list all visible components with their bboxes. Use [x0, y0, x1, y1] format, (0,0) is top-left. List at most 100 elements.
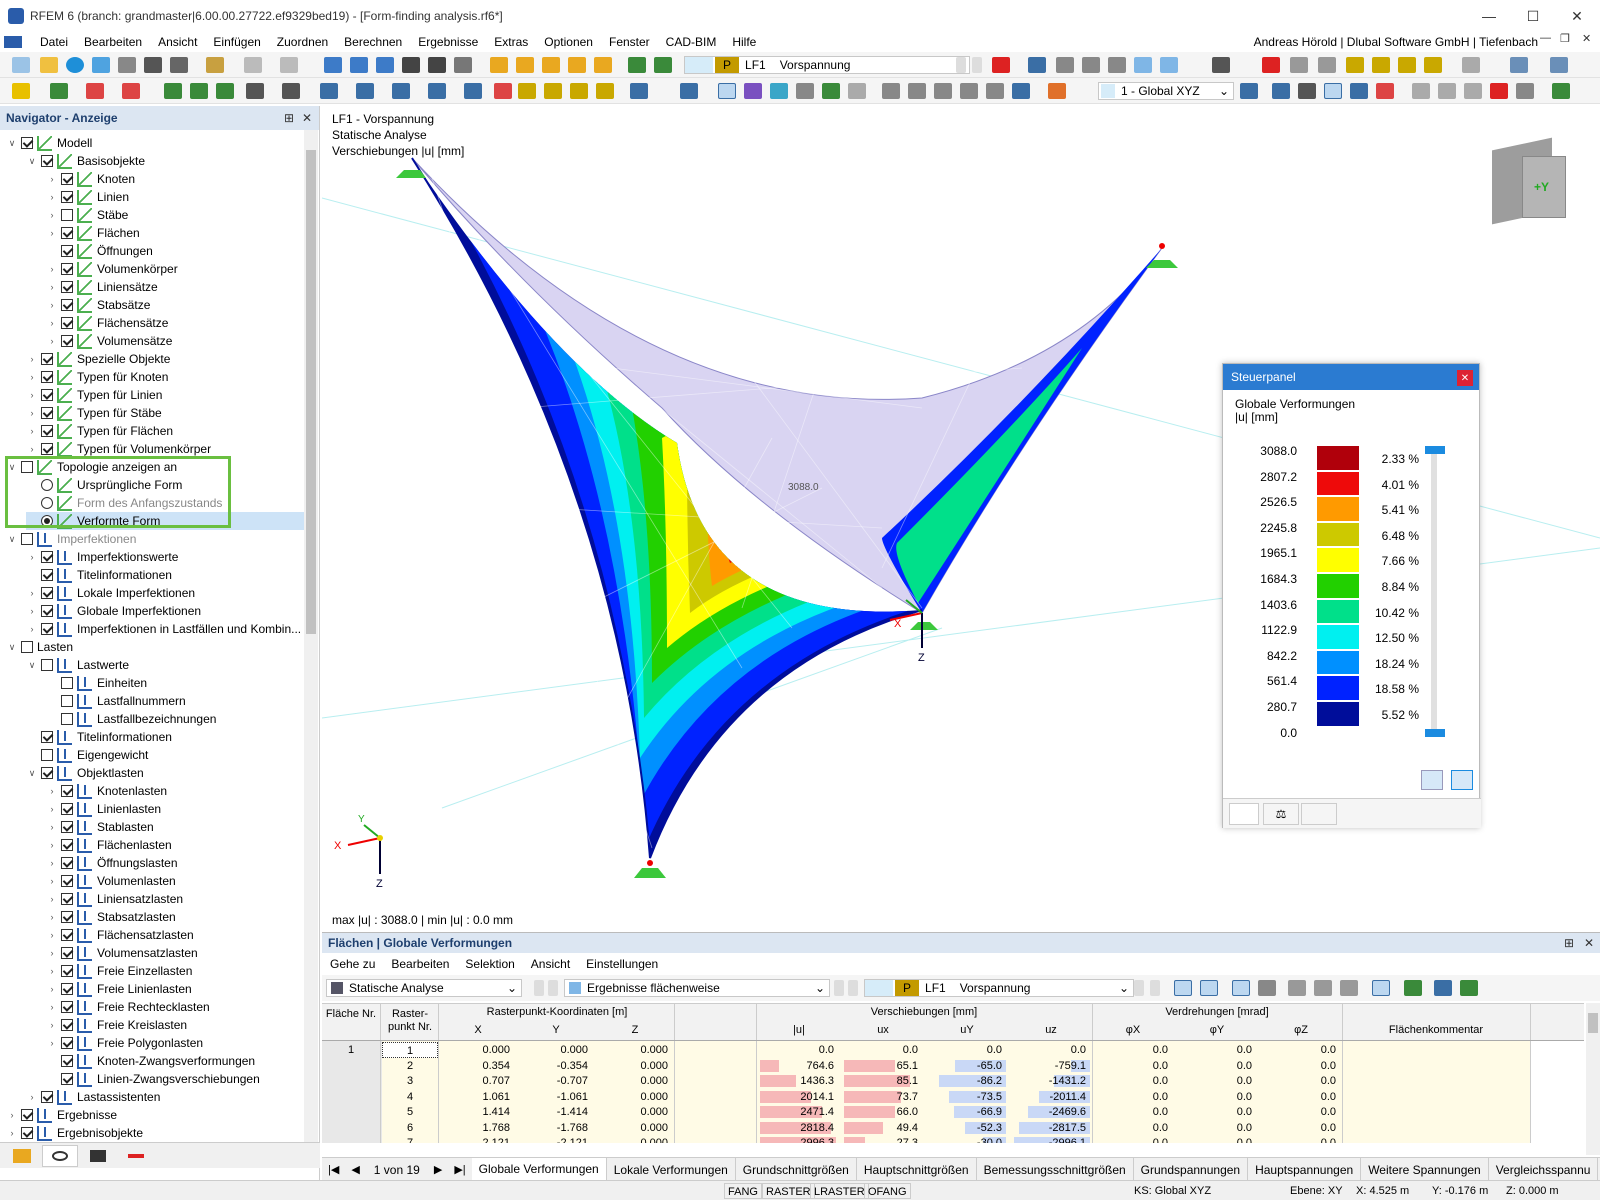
next-icon[interactable] [848, 980, 858, 996]
print-icon[interactable] [170, 57, 188, 73]
status-ofang[interactable]: OFANG [864, 1183, 911, 1199]
expanded-chevron-icon[interactable]: ∨ [6, 642, 18, 653]
view-table-icon[interactable] [350, 57, 368, 73]
collapsed-chevron-icon[interactable]: › [6, 1128, 18, 1138]
menu-fenster[interactable]: Fenster [601, 35, 658, 49]
checkbox[interactable] [41, 389, 53, 401]
tree-item[interactable]: › Liniensätze [46, 278, 304, 296]
tree-item[interactable]: ∨ Modell [6, 134, 304, 152]
tab-hauptspannungen[interactable]: Hauptspannungen [1248, 1157, 1362, 1182]
next-icon[interactable] [548, 980, 558, 996]
navigator-scrollbar[interactable] [304, 130, 318, 1142]
close-window-button[interactable]: ✕ [1554, 0, 1600, 32]
support-bottom-icon[interactable] [634, 868, 666, 878]
checkbox[interactable] [41, 767, 53, 779]
undo-icon[interactable] [244, 57, 262, 73]
checkbox[interactable] [61, 173, 73, 185]
tree-item[interactable]: Eigengewicht [26, 746, 304, 764]
tree-item[interactable]: Einheiten [46, 674, 304, 692]
new-file-icon[interactable] [12, 57, 30, 73]
excel-export-icon[interactable] [1404, 980, 1422, 996]
collapsed-chevron-icon[interactable]: › [26, 552, 38, 562]
result-values-icon[interactable] [1056, 57, 1074, 73]
table-view-2-icon[interactable] [1314, 980, 1332, 996]
tree-item[interactable]: › Linienlasten [46, 800, 304, 818]
table-filter-icon[interactable] [1434, 980, 1452, 996]
chart-icon[interactable] [1552, 83, 1570, 99]
expanded-chevron-icon[interactable]: ∨ [6, 534, 18, 545]
display-tab-icon[interactable] [42, 1145, 78, 1167]
checkbox[interactable] [61, 821, 73, 833]
collapsed-chevron-icon[interactable]: › [46, 966, 58, 976]
collapsed-chevron-icon[interactable]: › [46, 822, 58, 832]
tree-item[interactable]: › Flächenlasten [46, 836, 304, 854]
tree-item[interactable]: › Typen für Knoten [26, 368, 304, 386]
collapsed-chevron-icon[interactable]: › [46, 228, 58, 238]
solid-render-icon[interactable] [796, 83, 814, 99]
member-display-icon[interactable] [1350, 83, 1368, 99]
rotate-view-icon[interactable] [1438, 83, 1456, 99]
checkbox[interactable] [61, 677, 73, 689]
tree-item[interactable]: Titelinformationen [26, 728, 304, 746]
tree-item[interactable]: › Stablasten [46, 818, 304, 836]
snap-icon[interactable] [356, 83, 374, 99]
collapsed-chevron-icon[interactable]: › [26, 588, 38, 598]
view-single-icon[interactable] [324, 57, 342, 73]
menu-ergebnisse[interactable]: Ergebnisse [410, 35, 486, 49]
open-folder-icon[interactable] [40, 57, 58, 73]
calculate-all-icon[interactable] [516, 57, 534, 73]
collapsed-chevron-icon[interactable]: › [26, 390, 38, 400]
cancel-icon[interactable] [1490, 83, 1508, 99]
load-icon[interactable] [654, 57, 672, 73]
collapsed-chevron-icon[interactable]: › [26, 624, 38, 634]
tree-item[interactable]: › Globale Imperfektionen [26, 602, 304, 620]
coordinate-system-select[interactable]: 1 - Global XYZ ⌄ [1098, 82, 1234, 100]
checkbox[interactable] [41, 659, 53, 671]
last-page-icon[interactable]: ▶| [448, 1163, 471, 1176]
tree-item[interactable]: › Volumenkörper [46, 260, 304, 278]
collapsed-chevron-icon[interactable]: › [6, 1110, 18, 1120]
tree-item[interactable]: › Typen für Flächen [26, 422, 304, 440]
delete-results-icon[interactable] [1262, 57, 1280, 73]
mdi-close-icon[interactable]: ✕ [1582, 32, 1591, 52]
tree-item[interactable]: Titelinformationen [26, 566, 304, 584]
expanded-chevron-icon[interactable]: ∨ [26, 156, 38, 167]
analysis-type-select[interactable]: Statische Analyse ⌄ [326, 979, 522, 997]
checkbox[interactable] [41, 731, 53, 743]
layers-icon[interactable] [1510, 57, 1528, 73]
balance-tab-icon[interactable]: ⚖ [1263, 803, 1299, 825]
legend-slider-top-handle[interactable] [1425, 446, 1445, 454]
checkbox[interactable] [41, 371, 53, 383]
checkbox[interactable] [61, 209, 73, 221]
checkbox[interactable] [41, 443, 53, 455]
next-icon[interactable] [1150, 980, 1160, 996]
collapsed-chevron-icon[interactable]: › [46, 894, 58, 904]
checkbox[interactable] [21, 1127, 33, 1139]
visibility-filter-icon[interactable] [680, 83, 698, 99]
tree-item[interactable]: › Flächen [46, 224, 304, 242]
close-icon[interactable]: ✕ [302, 111, 312, 125]
support-center-icon[interactable] [910, 622, 938, 630]
menu-einfuegen[interactable]: Einfügen [205, 35, 268, 49]
redo-icon[interactable] [280, 57, 298, 73]
expanded-chevron-icon[interactable]: ∨ [6, 138, 18, 149]
section-3-icon[interactable] [934, 83, 952, 99]
collapsed-chevron-icon[interactable]: › [46, 192, 58, 202]
tab-vergleichsspannungen[interactable]: Vergleichsspannu [1489, 1157, 1599, 1182]
transparent-icon[interactable] [822, 83, 840, 99]
surface-render-icon[interactable] [770, 83, 788, 99]
block-icon[interactable] [518, 83, 536, 99]
tree-item[interactable]: › Knoten [46, 170, 304, 188]
tree-item[interactable]: › Liniensatzlasten [46, 890, 304, 908]
menu-extras[interactable]: Extras [486, 35, 536, 49]
pin-icon[interactable]: ⊞ [1564, 936, 1574, 950]
tree-item[interactable]: › Knotenlasten [46, 782, 304, 800]
loadcase-select[interactable]: P LF1 Vorspannung ⌄ [684, 56, 970, 74]
bar-chart-icon[interactable] [1372, 980, 1390, 996]
shading-icon[interactable] [848, 83, 866, 99]
mirror-icon[interactable] [1464, 83, 1482, 99]
load-wizard-icon[interactable] [628, 57, 646, 73]
minimize-button[interactable]: — [1466, 0, 1512, 32]
tree-item[interactable]: › Linien [46, 188, 304, 206]
block-2-icon[interactable] [544, 83, 562, 99]
